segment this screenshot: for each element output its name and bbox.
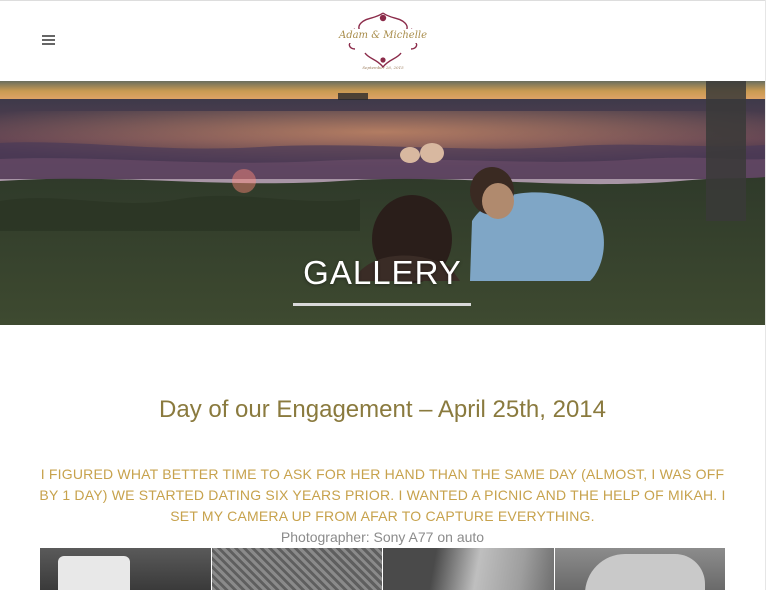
site-header: Adam & Michelle September 26, 2015 [0,0,765,82]
gallery-thumbnails [40,548,725,590]
hero-banner: GALLERY [0,81,765,325]
section-title: Day of our Engagement – April 25th, 2014 [159,396,606,423]
hamburger-menu-icon[interactable] [42,35,55,47]
hero-title-underline [293,303,471,306]
hero-title: GALLERY [303,254,462,291]
section-intro: I FIGURED WHAT BETTER TIME TO ASK FOR HE… [39,466,726,524]
site-logo[interactable]: Adam & Michelle September 26, 2015 [335,9,431,75]
gallery-thumbnail[interactable] [211,548,382,590]
logo-date: September 26, 2015 [362,65,404,70]
gallery-thumbnail[interactable] [383,548,554,590]
gallery-thumbnail[interactable] [40,548,211,590]
photographer-caption: Photographer: Sony A77 on auto [280,529,485,545]
page: Adam & Michelle September 26, 2015 GALLE… [0,0,766,590]
logo-names: Adam & Michelle [335,29,431,43]
gallery-thumbnail[interactable] [554,548,725,590]
